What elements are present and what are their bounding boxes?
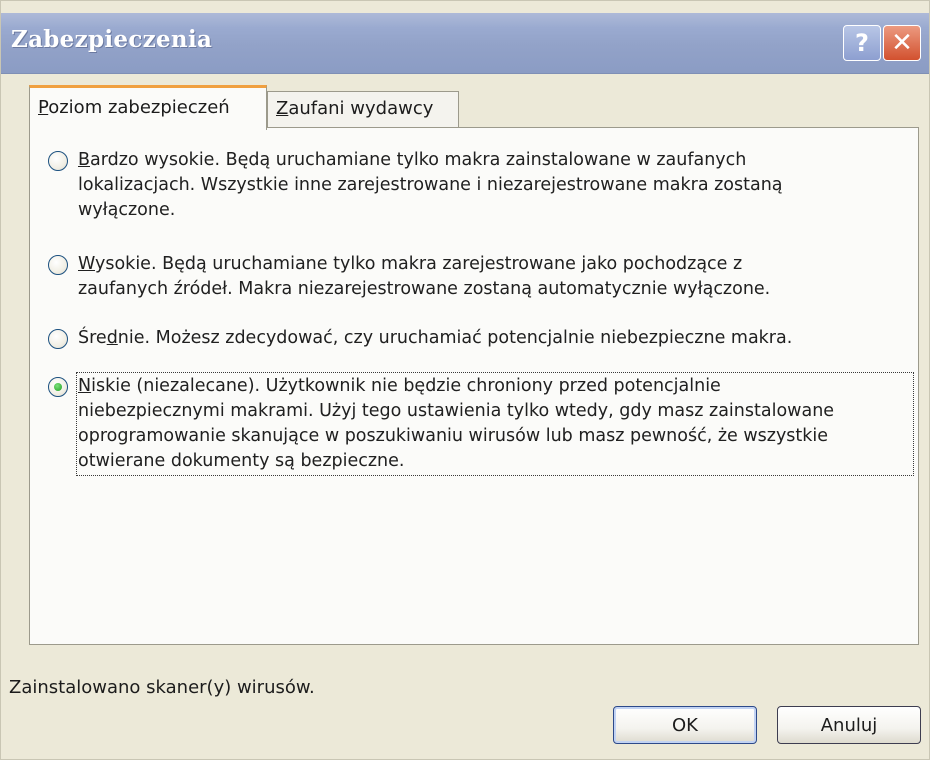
option-high-line-1: Wysokie. Będą uruchamiane tylko makra za… (78, 252, 912, 277)
option-low-label: Niskie (niezalecane). Użytkownik nie będ… (76, 372, 914, 476)
option-high-line-2: zaufanych źródeł. Makra niezarejestrowan… (78, 279, 771, 299)
option-very-high-label: Bardzo wysokie. Będą uruchamiane tylko m… (78, 148, 912, 223)
option-low-line-3: oprogramowanie skanujące w poszukiwaniu … (78, 426, 829, 446)
help-icon: ? (855, 29, 869, 57)
option-medium-text-1: nie. Możesz zdecydować, czy uruchamiać p… (117, 328, 793, 348)
option-low[interactable]: Niskie (niezalecane). Użytkownik nie będ… (48, 372, 914, 480)
dialog-title: Zabezpieczenia (11, 26, 213, 53)
option-low-line-1: Niskie (niezalecane). Użytkownik nie będ… (78, 374, 912, 399)
cancel-button[interactable]: Anuluj (777, 706, 921, 744)
security-dialog: Zabezpieczenia ? ✕ Poziom zabezpieczeń Z… (0, 0, 930, 760)
security-level-panel: Bardzo wysokie. Będą uruchamiane tylko m… (29, 127, 919, 645)
option-medium-label: Średnie. Możesz zdecydować, czy uruchami… (78, 326, 912, 351)
tab-trusted-publishers-label: aufani wydawcy (288, 98, 434, 119)
option-very-high-line-1: Bardzo wysokie. Będą uruchamiane tylko m… (78, 148, 912, 173)
option-very-high-line-2: lokalizacjach. Wszystkie inne zarejestro… (78, 175, 783, 195)
tab-security-level[interactable]: Poziom zabezpieczeń (29, 85, 267, 130)
option-high-mnemonic: W (78, 254, 95, 274)
option-medium-prefix: Śre (78, 328, 107, 348)
option-high-text-1: ysokie. Będą uruchamiane tylko makra zar… (95, 254, 743, 274)
option-low-line-4: otwierane dokumenty są bezpieczne. (78, 451, 405, 471)
option-medium[interactable]: Średnie. Możesz zdecydować, czy uruchami… (48, 328, 910, 356)
tab-security-level-label: oziom zabezpieczeń (48, 97, 230, 118)
radio-low-selected-dot (54, 383, 62, 391)
option-very-high-text-1: ardzo wysokie. Będą uruchamiane tylko ma… (90, 150, 747, 170)
close-button[interactable]: ✕ (883, 25, 921, 61)
option-low-text-1: iskie (niezalecane). Użytkownik nie będz… (91, 376, 721, 396)
title-bar[interactable]: Zabezpieczenia ? ✕ (1, 13, 929, 74)
option-medium-line-1: Średnie. Możesz zdecydować, czy uruchami… (78, 326, 912, 351)
option-low-mnemonic: N (78, 376, 92, 396)
option-high[interactable]: Wysokie. Będą uruchamiane tylko makra za… (48, 254, 910, 308)
tab-security-level-mnemonic: P (38, 97, 49, 118)
option-high-label: Wysokie. Będą uruchamiane tylko makra za… (78, 252, 912, 302)
ok-button[interactable]: OK (613, 706, 757, 744)
option-medium-mnemonic: d (106, 328, 118, 348)
close-icon: ✕ (891, 28, 913, 58)
option-very-high-line-3: wyłączone. (78, 200, 176, 220)
tab-trusted-publishers[interactable]: Zaufani wydawcy (267, 91, 459, 127)
option-very-high-mnemonic: B (78, 150, 91, 170)
help-button[interactable]: ? (843, 25, 881, 61)
option-low-line-2: niebezpiecznymi makrami. Użyj tego ustaw… (78, 401, 835, 421)
tab-trusted-publishers-mnemonic: Z (276, 98, 289, 119)
radio-medium[interactable] (48, 329, 68, 349)
radio-high[interactable] (48, 255, 68, 275)
option-very-high[interactable]: Bardzo wysokie. Będą uruchamiane tylko m… (48, 150, 910, 230)
virus-scanner-status: Zainstalowano skaner(y) wirusów. (9, 677, 315, 698)
radio-low[interactable] (48, 377, 68, 397)
radio-very-high[interactable] (48, 151, 68, 171)
